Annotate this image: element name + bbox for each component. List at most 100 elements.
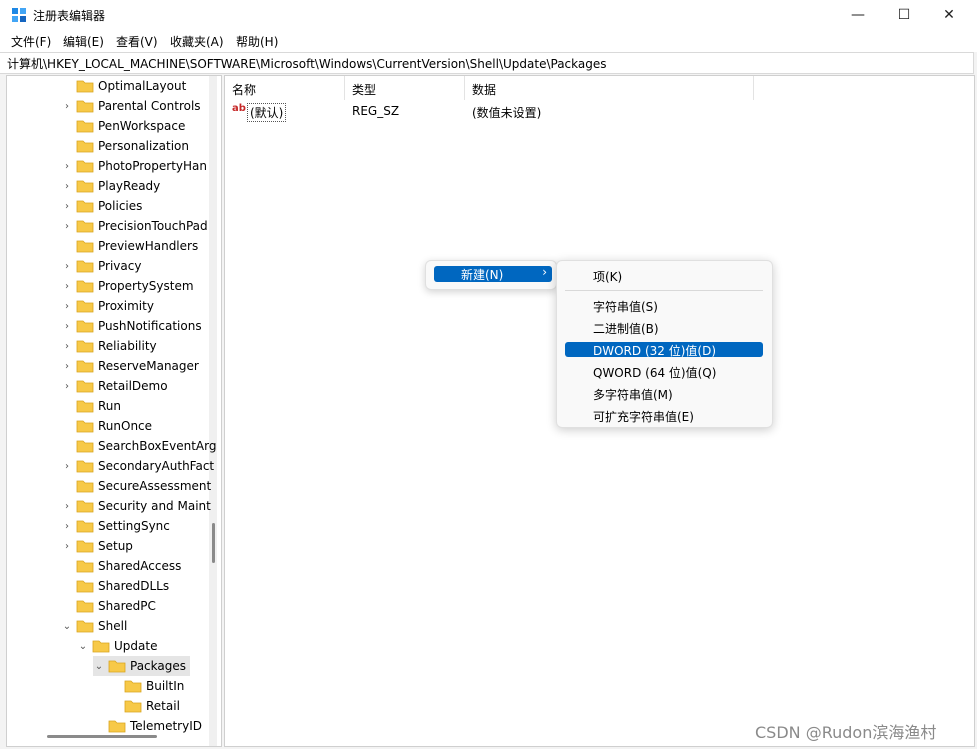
tree-item-label: Security and Maint (98, 499, 211, 513)
submenu-item-label: 二进制值(B) (593, 322, 659, 336)
tree-item-label: RetailDemo (98, 379, 168, 393)
menu-separator (565, 290, 763, 291)
expand-chevron-icon[interactable]: › (61, 281, 73, 292)
address-bar[interactable]: 计算机\HKEY_LOCAL_MACHINE\SOFTWARE\Microsof… (0, 52, 974, 74)
tree-item[interactable]: › PhotoPropertyHan (61, 156, 207, 176)
tree-item[interactable]: PreviewHandlers (61, 236, 198, 256)
submenu-item[interactable]: 多字符串值(M) (565, 386, 763, 402)
expand-chevron-icon[interactable]: › (61, 361, 73, 372)
tree-item[interactable]: › Reliability (61, 336, 157, 356)
expand-chevron-icon[interactable]: › (61, 201, 73, 212)
tree-item[interactable]: › PrecisionTouchPad (61, 216, 208, 236)
menu-view[interactable]: 查看(V) (116, 33, 158, 50)
folder-icon (76, 580, 94, 593)
expand-chevron-icon[interactable]: › (61, 221, 73, 232)
tree-item[interactable]: ⌄ Update (77, 636, 158, 656)
tree-item[interactable]: SearchBoxEventArg (61, 436, 216, 456)
tree-item[interactable]: SharedDLLs (61, 576, 169, 596)
tree-item[interactable]: SharedAccess (61, 556, 181, 576)
tree-item-label: Shell (98, 619, 128, 633)
tree-item-label: Run (98, 399, 122, 413)
column-header-name[interactable]: 名称 (225, 76, 345, 100)
expand-chevron-icon[interactable]: › (61, 261, 73, 272)
folder-icon (76, 280, 94, 293)
tree-item[interactable]: › Privacy (61, 256, 141, 276)
submenu-item-label: 项(K) (593, 270, 623, 284)
expand-chevron-icon[interactable]: ⌄ (61, 621, 73, 632)
tree-item[interactable]: › Setup (61, 536, 133, 556)
folder-icon (76, 320, 94, 333)
tree-item[interactable]: › PropertySystem (61, 276, 194, 296)
tree-item[interactable]: ⌄ Packages (93, 656, 190, 676)
minimize-button[interactable]: — (835, 0, 881, 30)
submenu-item[interactable]: 字符串值(S) (565, 298, 763, 314)
submenu-item[interactable]: 二进制值(B) (565, 320, 763, 336)
tree-item[interactable]: SharedPC (61, 596, 156, 616)
tree-item[interactable]: RunOnce (61, 416, 152, 436)
expand-chevron-icon[interactable]: ⌄ (93, 661, 105, 672)
menu-help[interactable]: 帮助(H) (236, 33, 278, 50)
tree-item[interactable]: › PushNotifications (61, 316, 202, 336)
tree-item[interactable]: ⌄ Shell (61, 616, 127, 636)
expand-chevron-icon[interactable]: › (61, 461, 73, 472)
value-name: (默认) (247, 103, 287, 122)
value-row[interactable]: ab (默认) REG_SZ (数值未设置) (225, 100, 974, 122)
tree-item[interactable]: BuiltIn (109, 676, 184, 696)
folder-icon (76, 540, 94, 553)
tree-scroll-thumb[interactable] (212, 523, 215, 563)
expand-chevron-icon[interactable]: › (61, 181, 73, 192)
tree-item[interactable]: › SecondaryAuthFact (61, 456, 214, 476)
maximize-button[interactable]: ☐ (881, 0, 927, 30)
expand-chevron-icon[interactable]: › (61, 161, 73, 172)
expand-chevron-icon[interactable]: ⌄ (77, 641, 89, 652)
title-bar: 注册表编辑器 — ☐ ✕ (0, 0, 977, 30)
tree-item[interactable]: › Parental Controls (61, 96, 201, 116)
tree-item[interactable]: › Proximity (61, 296, 154, 316)
submenu-item[interactable]: DWORD (32 位)值(D) (565, 342, 763, 358)
close-button[interactable]: ✕ (926, 0, 972, 30)
tree-item-label: PropertySystem (98, 279, 194, 293)
expand-chevron-icon[interactable]: › (61, 541, 73, 552)
tree-item[interactable]: › ReserveManager (61, 356, 199, 376)
column-header-type[interactable]: 类型 (345, 76, 465, 100)
folder-icon (76, 340, 94, 353)
menu-item-new[interactable]: 新建(N) › (434, 265, 552, 282)
tree-item[interactable]: PenWorkspace (61, 116, 185, 136)
tree-item[interactable]: TelemetryID (93, 716, 202, 736)
submenu-item[interactable]: QWORD (64 位)值(Q) (565, 364, 763, 380)
tree-item[interactable]: OptimalLayout (61, 76, 186, 96)
expand-chevron-icon[interactable]: › (61, 321, 73, 332)
tree-item[interactable]: SecureAssessment (61, 476, 211, 496)
tree-item-label: SecondaryAuthFact (98, 459, 215, 473)
folder-icon (76, 220, 94, 233)
expand-chevron-icon[interactable]: › (61, 381, 73, 392)
folder-icon (76, 300, 94, 313)
submenu-item[interactable]: 项(K) (565, 268, 763, 284)
tree-item-label: SharedDLLs (98, 579, 170, 593)
tree-item[interactable]: › RetailDemo (61, 376, 168, 396)
tree-item-label: OptimalLayout (98, 79, 187, 93)
tree-item[interactable]: Personalization (61, 136, 189, 156)
folder-icon (76, 560, 94, 573)
menu-file[interactable]: 文件(F) (11, 33, 51, 50)
tree-item[interactable]: › SettingSync (61, 516, 170, 536)
tree-item[interactable]: › Security and Maint (61, 496, 211, 516)
expand-chevron-icon[interactable]: › (61, 101, 73, 112)
tree-item[interactable]: Retail (109, 696, 180, 716)
key-tree-pane[interactable]: OptimalLayout › Parental Controls PenWorksp… (6, 75, 222, 747)
tree-item[interactable]: › PlayReady (61, 176, 160, 196)
expand-chevron-icon[interactable]: › (61, 301, 73, 312)
submenu-item[interactable]: 可扩充字符串值(E) (565, 408, 763, 424)
tree-item[interactable]: Run (61, 396, 121, 416)
tree-item-label: Proximity (98, 299, 154, 313)
folder-icon (76, 520, 94, 533)
expand-chevron-icon[interactable]: › (61, 341, 73, 352)
menu-favorites[interactable]: 收藏夹(A) (170, 33, 224, 50)
tree-vertical-scrollbar[interactable] (209, 76, 217, 746)
expand-chevron-icon[interactable]: › (61, 521, 73, 532)
menu-edit[interactable]: 编辑(E) (63, 33, 104, 50)
tree-item[interactable]: › Policies (61, 196, 142, 216)
column-header-data[interactable]: 数据 (465, 76, 754, 100)
expand-chevron-icon[interactable]: › (61, 501, 73, 512)
tree-item-label: Setup (98, 539, 133, 553)
